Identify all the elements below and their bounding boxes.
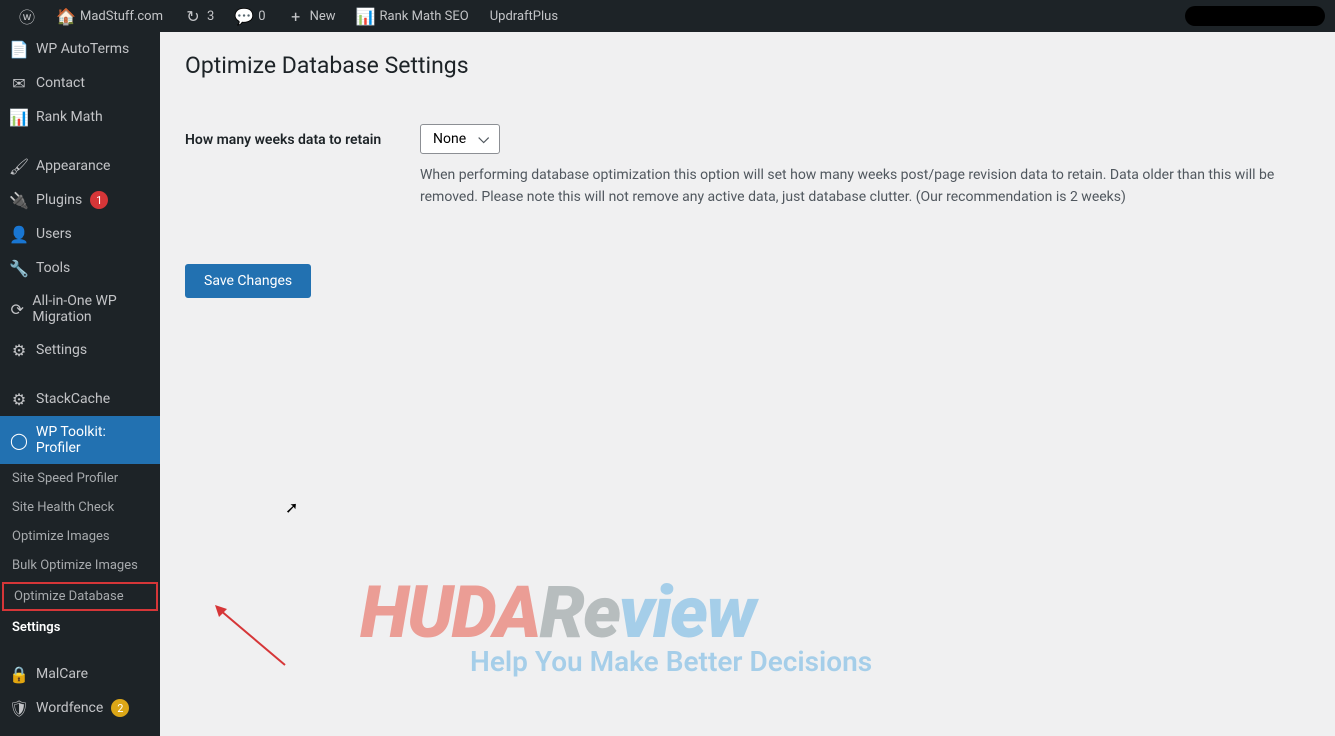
sidebar-item-label: Plugins — [36, 192, 82, 208]
site-name: MadStuff.com — [80, 9, 163, 24]
sliders-icon: ⚙ — [10, 341, 28, 359]
field-description: When performing database optimization th… — [420, 164, 1310, 209]
home-icon: 🏠 — [57, 7, 75, 25]
wordpress-icon: ⓦ — [18, 7, 36, 25]
comments-item[interactable]: 💬0 — [227, 0, 273, 32]
wrench-icon: 🔧 — [10, 259, 28, 277]
sidebar-item-label: MalCare — [36, 666, 88, 682]
gear-icon: ⚙ — [10, 390, 28, 408]
submenu-speed-profiler[interactable]: Site Speed Profiler — [0, 464, 160, 493]
submenu-health-check[interactable]: Site Health Check — [0, 493, 160, 522]
sidebar-item-settings[interactable]: ⚙ Settings — [0, 333, 160, 367]
sidebar-item-tools[interactable]: 🔧 Tools — [0, 251, 160, 285]
document-icon: 📄 — [10, 40, 28, 58]
chart-icon: 📊 — [357, 7, 375, 25]
chart-icon: 📊 — [10, 108, 28, 126]
sidebar-item-stackcache[interactable]: ⚙ StackCache — [0, 382, 160, 416]
new-item[interactable]: + New — [279, 0, 344, 32]
plugin-badge: 1 — [90, 191, 108, 209]
sidebar-item-users[interactable]: 👤 Users — [0, 217, 160, 251]
sidebar-item-label: Rank Math — [36, 109, 103, 125]
wordfence-badge: 2 — [111, 699, 129, 717]
sidebar-item-label: WP Toolkit: Profiler — [36, 424, 150, 456]
sidebar-item-label: Wordfence — [36, 700, 103, 716]
weeks-select[interactable]: None — [420, 124, 500, 154]
sidebar-item-label: Tools — [36, 260, 70, 276]
admin-sidebar: 📄 WP AutoTerms ✉ Contact 📊 Rank Math 🖌 Appea… — [0, 32, 160, 736]
plugin-icon: 🔌 — [10, 191, 28, 209]
submenu-bulk-optimize[interactable]: Bulk Optimize Images — [0, 551, 160, 580]
comment-icon: 💬 — [235, 7, 253, 25]
admin-toolbar: ⓦ 🏠MadStuff.com ↻3 💬0 +New 📊Rank Math SE… — [0, 0, 1335, 32]
sidebar-item-label: WP AutoTerms — [36, 41, 129, 57]
updraft-item[interactable]: UpdraftPlus — [482, 0, 566, 32]
user-icon: 👤 — [10, 225, 28, 243]
toolbar-profile[interactable] — [1185, 6, 1325, 26]
refresh-icon: ↻ — [184, 7, 202, 25]
comment-count: 0 — [258, 9, 265, 24]
form-row-retain: How many weeks data to retain None When … — [185, 124, 1310, 209]
field-container: None When performing database optimizati… — [420, 124, 1310, 209]
sidebar-item-label: All-in-One WP Migration — [32, 293, 150, 325]
site-link[interactable]: 🏠 MadStuff.com — [49, 0, 171, 32]
circle-icon: ◯ — [10, 431, 28, 449]
migration-icon: ⟳ — [10, 300, 24, 318]
lock-icon: 🔒 — [10, 665, 28, 683]
refresh-count: 3 — [207, 9, 214, 24]
sidebar-item-wordfence[interactable]: 🛡 Wordfence 2 — [0, 691, 160, 725]
sidebar-item-plugins[interactable]: 🔌 Plugins 1 — [0, 183, 160, 217]
brush-icon: 🖌 — [10, 157, 28, 175]
sidebar-item-label: Contact — [36, 75, 85, 91]
sidebar-item-migration[interactable]: ⟳ All-in-One WP Migration — [0, 285, 160, 333]
updraft-label: UpdraftPlus — [490, 9, 558, 24]
sidebar-item-autoterms[interactable]: 📄 WP AutoTerms — [0, 32, 160, 66]
sidebar-item-malcare[interactable]: 🔒 MalCare — [0, 657, 160, 691]
submenu-optimize-database[interactable]: Optimize Database — [2, 582, 158, 611]
sidebar-item-label: Settings — [36, 342, 87, 358]
submenu-settings[interactable]: Settings — [0, 613, 160, 642]
submenu-optimize-images[interactable]: Optimize Images — [0, 522, 160, 551]
sidebar-item-contact[interactable]: ✉ Contact — [0, 66, 160, 100]
page-title: Optimize Database Settings — [185, 52, 1310, 79]
refresh-item[interactable]: ↻3 — [176, 0, 222, 32]
rankmath-item[interactable]: 📊 Rank Math SEO — [349, 0, 477, 32]
sidebar-item-rankmath[interactable]: 📊 Rank Math — [0, 100, 160, 134]
sidebar-item-wptoolkit[interactable]: ◯ WP Toolkit: Profiler — [0, 416, 160, 464]
sidebar-item-label: StackCache — [36, 391, 110, 407]
mail-icon: ✉ — [10, 74, 28, 92]
sidebar-item-appearance[interactable]: 🖌 Appearance — [0, 149, 160, 183]
new-label: New — [310, 9, 336, 24]
rankmath-label: Rank Math SEO — [380, 9, 469, 24]
save-button[interactable]: Save Changes — [185, 264, 311, 298]
shield-icon: 🛡 — [10, 699, 28, 717]
sidebar-item-label: Appearance — [36, 158, 110, 174]
main-content: Optimize Database Settings How many week… — [160, 32, 1335, 736]
field-label: How many weeks data to retain — [185, 124, 420, 148]
plus-icon: + — [287, 7, 305, 25]
sidebar-item-label: Users — [36, 226, 72, 242]
wordpress-logo[interactable]: ⓦ — [10, 0, 44, 32]
